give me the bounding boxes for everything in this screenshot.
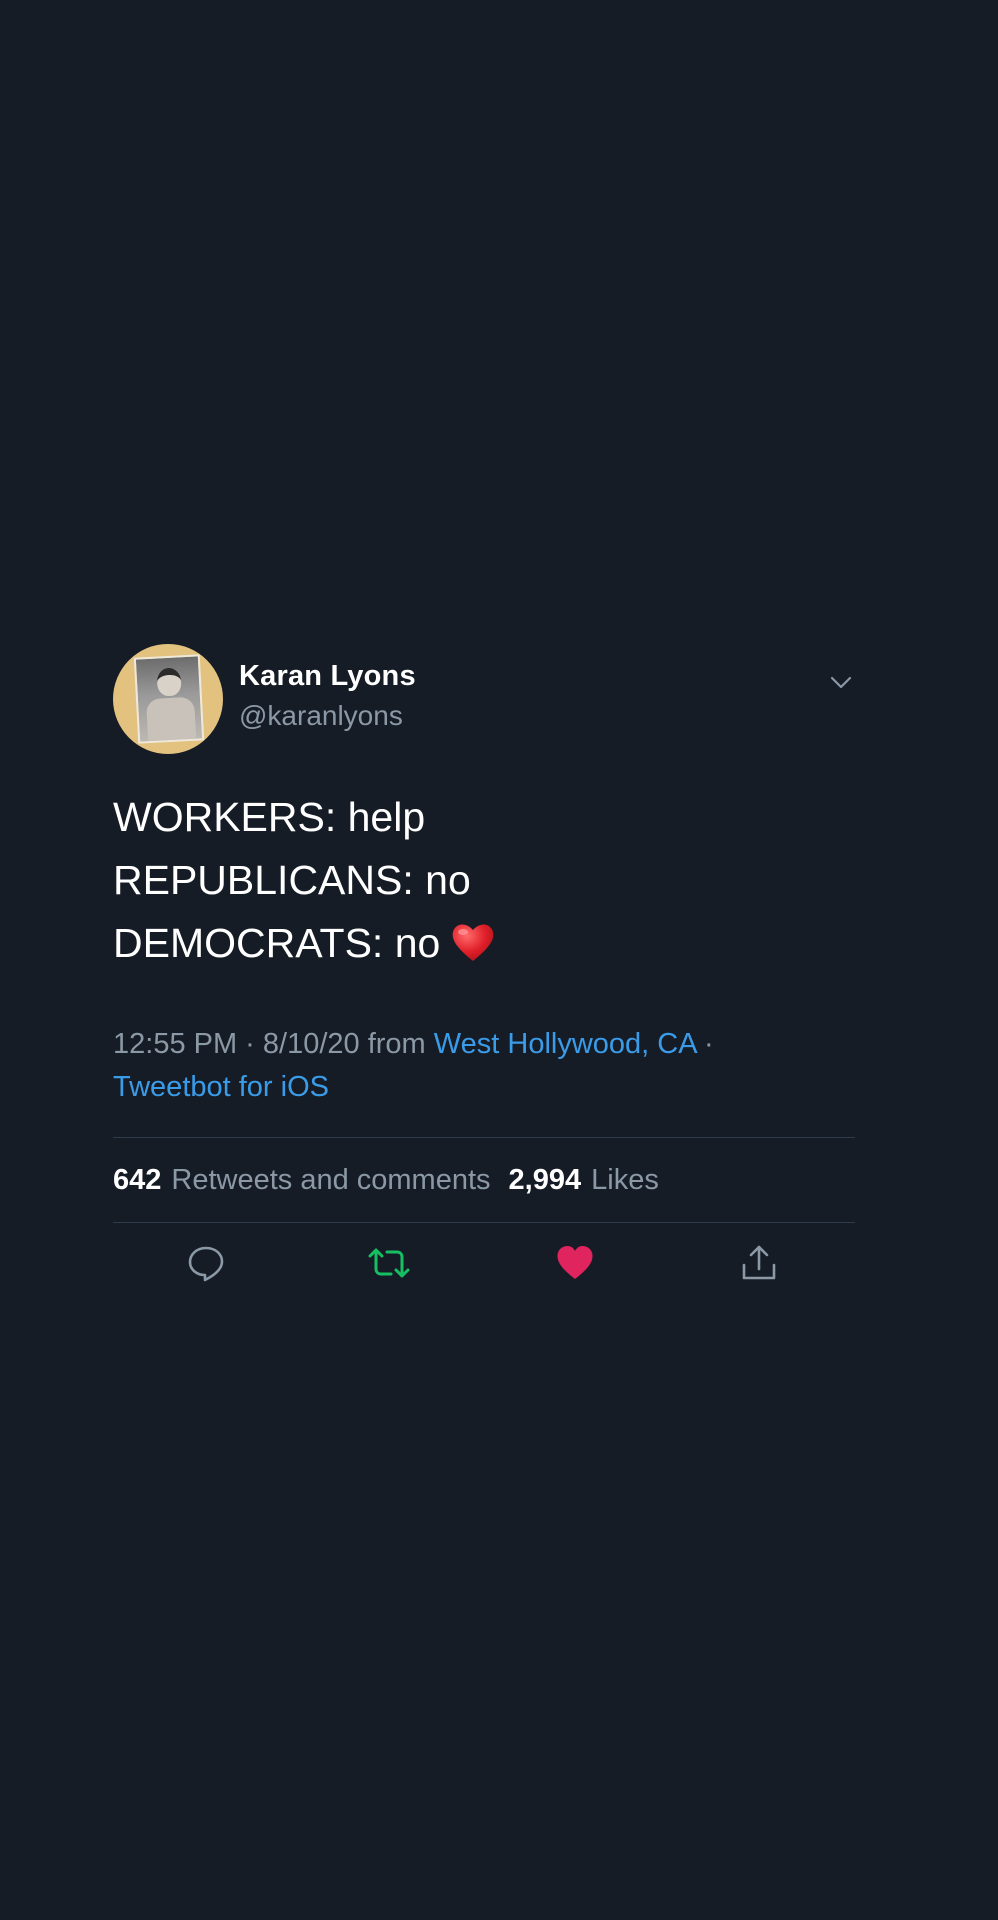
- avatar-figure-body: [145, 696, 197, 742]
- author-handle[interactable]: @karanlyons: [239, 700, 403, 732]
- location-link[interactable]: West Hollywood, CA: [434, 1028, 696, 1060]
- author-name[interactable]: Karan Lyons: [239, 660, 416, 693]
- action-bar: [113, 1223, 855, 1313]
- retweets-label[interactable]: Retweets and comments: [171, 1164, 490, 1197]
- avatar-photo: [133, 654, 205, 744]
- client-link[interactable]: Tweetbot for iOS: [113, 1071, 329, 1103]
- tweet-header: Karan Lyons @karanlyons: [113, 640, 855, 756]
- share-icon: [739, 1243, 779, 1288]
- comment-icon: [186, 1243, 226, 1288]
- chevron-down-icon[interactable]: [827, 668, 855, 696]
- meta-separator: ·: [695, 1028, 714, 1060]
- likes-label[interactable]: Likes: [591, 1164, 659, 1197]
- tweet-stats: 642 Retweets and comments 2,994 Likes: [113, 1138, 855, 1222]
- tweet-detail: Karan Lyons @karanlyons WORKERS: help RE…: [113, 640, 855, 1313]
- tweet-line: DEMOCRATS: no: [113, 920, 441, 966]
- share-button[interactable]: [737, 1243, 781, 1287]
- tweet-meta: 12:55 PM · 8/10/20 from West Hollywood, …: [113, 1023, 855, 1109]
- tweet-line-with-emoji: DEMOCRATS: no: [113, 912, 855, 981]
- like-button[interactable]: [553, 1243, 597, 1287]
- retweet-icon: [367, 1243, 411, 1288]
- retweets-count[interactable]: 642: [113, 1164, 161, 1197]
- avatar[interactable]: [113, 644, 223, 754]
- tweet-line: WORKERS: help: [113, 794, 426, 840]
- heart-emoji: [450, 918, 496, 981]
- retweet-button[interactable]: [367, 1243, 411, 1287]
- reply-button[interactable]: [184, 1243, 228, 1287]
- heart-icon: [555, 1244, 595, 1287]
- avatar-figure-face: [156, 667, 182, 697]
- tweet-text: WORKERS: help REPUBLICANS: no DEMOCRATS:…: [113, 786, 855, 981]
- timestamp: 12:55 PM · 8/10/20 from: [113, 1028, 434, 1060]
- screen: Karan Lyons @karanlyons WORKERS: help RE…: [0, 0, 998, 1920]
- likes-count[interactable]: 2,994: [509, 1164, 582, 1197]
- tweet-line: REPUBLICANS: no: [113, 857, 471, 903]
